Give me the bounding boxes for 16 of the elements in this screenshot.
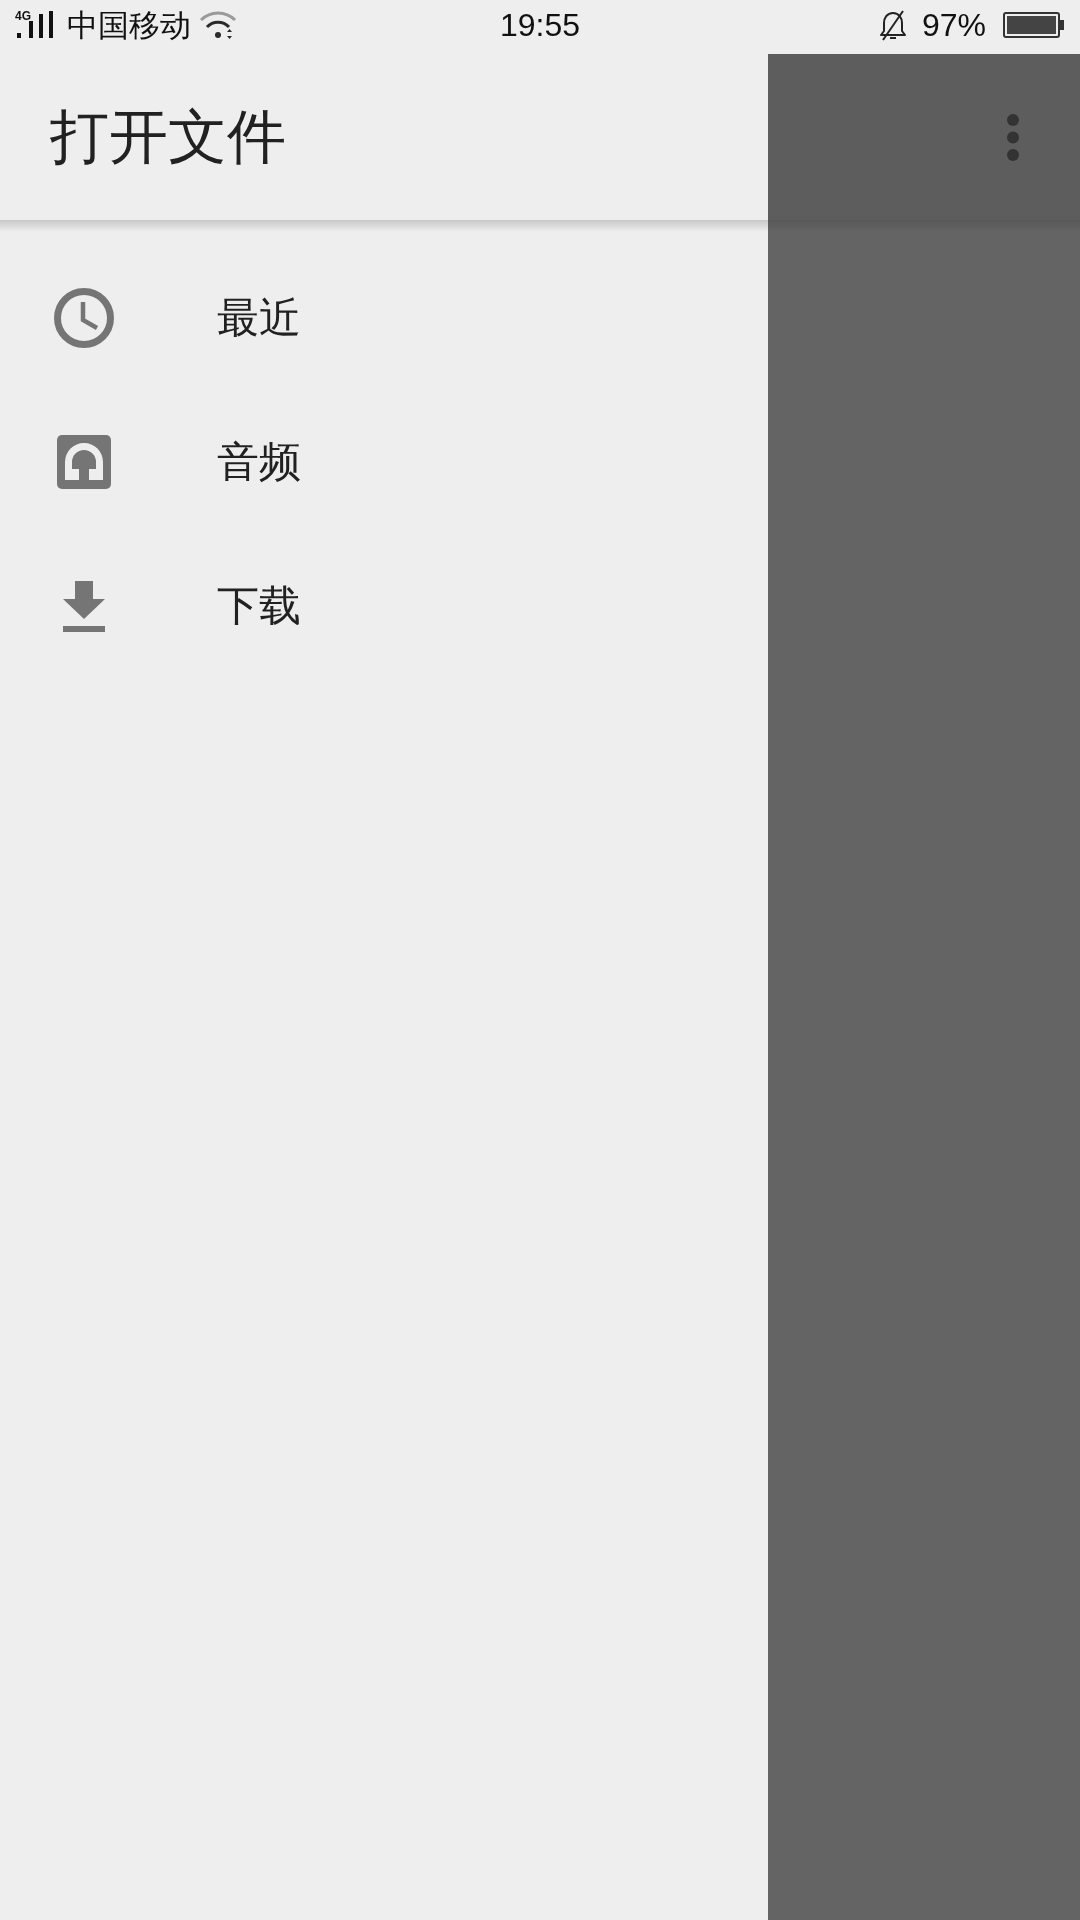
more-options-icon[interactable]	[1007, 113, 1019, 161]
battery-icon	[1003, 12, 1064, 38]
headphones-icon	[57, 435, 111, 489]
bell-off-icon	[877, 9, 908, 41]
wifi-icon	[199, 10, 237, 40]
download-icon	[63, 580, 105, 632]
drawer-menu-item[interactable]: 音频	[0, 390, 768, 534]
battery-percentage: 97%	[921, 9, 986, 41]
carrier-name: 中国移动	[67, 9, 191, 41]
signal-icon	[16, 11, 54, 38]
drawer-title: 打开文件	[50, 104, 286, 170]
network-type-label: 4G	[15, 10, 31, 22]
drawer-menu-item[interactable]: 最近	[0, 246, 768, 390]
clock-icon	[54, 288, 114, 348]
drawer-menu-item[interactable]: 下载	[0, 534, 768, 678]
status-time: 19:55	[499, 9, 581, 41]
